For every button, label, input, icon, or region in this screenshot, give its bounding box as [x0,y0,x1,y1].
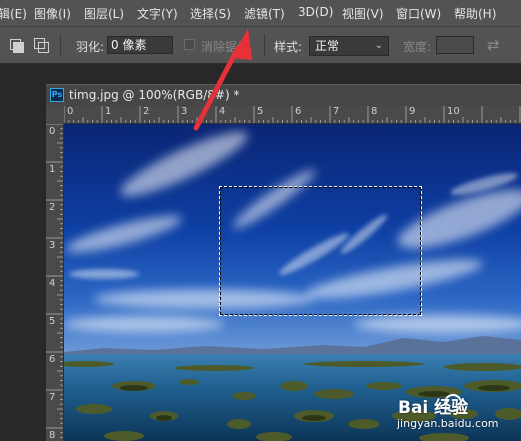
ruler-corner[interactable] [46,106,64,124]
style-dropdown[interactable]: 正常 ⌄ [309,36,389,56]
ruler-number: 6 [49,354,56,365]
menu-view[interactable]: 视图(V) [342,5,384,22]
antialias-checkbox[interactable] [184,39,195,50]
ruler-number: 6 [295,106,302,117]
feather-input[interactable]: 0 像素 [107,36,173,54]
ruler-number: 8 [49,430,56,441]
ruler-number: 1 [49,164,56,175]
ruler-number: 9 [409,106,416,117]
width-input[interactable] [436,36,474,54]
menu-layer[interactable]: 图层(L) [84,5,124,22]
ruler-number: 3 [181,106,188,117]
menu-image[interactable]: 图像(I) [34,5,71,22]
horizontal-ruler[interactable]: 0 1 2 3 4 5 6 7 8 9 10 [64,106,521,124]
ruler-number: 5 [257,106,264,117]
divider [264,34,265,56]
photoshop-icon: Ps [50,88,64,102]
options-bar: 羽化: 0 像素 消除锯齿 样式: 正常 ⌄ 宽度: ⇄ [0,26,521,64]
document-title: timg.jpg @ 100%(RGB/8#) * [69,88,240,102]
ruler-number: 1 [105,106,112,117]
ruler-number: 0 [49,126,56,137]
menu-type[interactable]: 文字(Y) [137,5,178,22]
width-label: 宽度: [403,40,432,54]
chevron-down-icon: ⌄ [374,40,383,51]
ruler-number: 4 [219,106,226,117]
ruler-number: 5 [49,316,56,327]
menu-filter[interactable]: 滤镜(T) [244,5,285,22]
ruler-number: 8 [371,106,378,117]
document-tab[interactable]: Ps timg.jpg @ 100%(RGB/8#) * [46,84,521,106]
antialias-label: 消除锯齿 [201,40,250,54]
ruler-number: 2 [143,106,150,117]
ruler-number: 3 [49,240,56,251]
feather-label: 羽化: [76,40,105,54]
style-value: 正常 [315,39,340,53]
divider [60,34,61,56]
menu-window[interactable]: 窗口(W) [396,5,441,22]
ruler-number: 10 [447,106,460,117]
menu-select[interactable]: 选择(S) [190,5,231,22]
watermark-brand: Bai 经验 [398,398,469,418]
ruler-number: 4 [49,278,56,289]
menu-edit[interactable]: 辑(E) [0,5,27,22]
vertical-ruler[interactable]: 0 1 2 3 4 5 6 7 8 [46,124,64,441]
watermark-url: jingyan.baidu.com [397,417,499,430]
menu-bar: 辑(E) 图像(I) 图层(L) 文字(Y) 选择(S) 滤镜(T) 3D(D)… [0,0,521,26]
ruler-number: 2 [49,202,56,213]
menu-3d[interactable]: 3D(D) [298,5,333,19]
ruler-number: 0 [67,106,74,117]
menu-help[interactable]: 帮助(H) [454,5,496,22]
selection-marquee[interactable] [219,186,422,316]
ruler-number: 7 [49,392,56,403]
swap-icon[interactable]: ⇄ [487,36,500,54]
style-label: 样式: [274,40,303,54]
ruler-number: 7 [333,106,340,117]
